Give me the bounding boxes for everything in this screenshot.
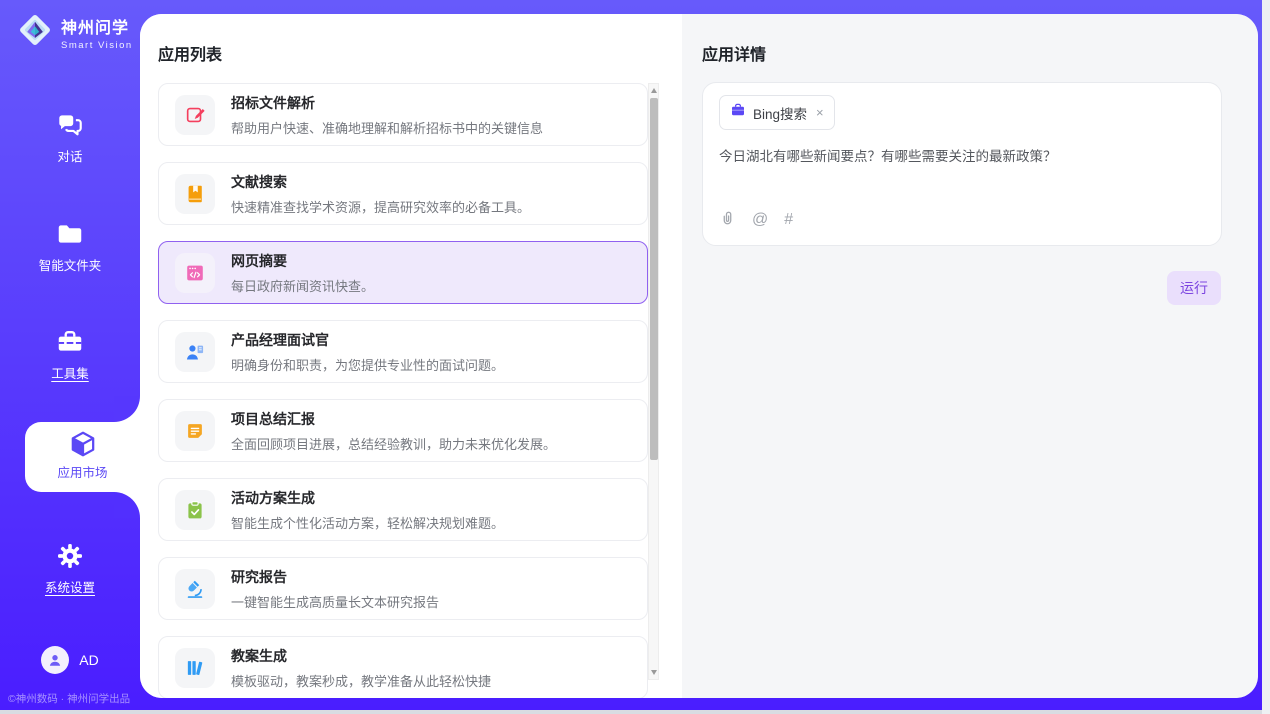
app-name: 招标文件解析 [231, 93, 543, 113]
microscope-icon [175, 569, 215, 609]
app-name: 网页摘要 [231, 251, 374, 271]
window-edge [1262, 0, 1270, 714]
clipboard-check-icon [175, 490, 215, 530]
book-icon [175, 174, 215, 214]
app-desc: 一键智能生成高质量长文本研究报告 [231, 592, 439, 611]
brand-logo: 神州问学 Smart Vision [16, 11, 133, 54]
app-cards: 招标文件解析 帮助用户快速、准确地理解和解析招标书中的关键信息 文献搜索 [158, 83, 648, 698]
cube-icon [68, 429, 98, 459]
prompt-input[interactable]: 今日湖北有哪些新闻要点？有哪些需要关注的最新政策？ [719, 147, 1205, 167]
sidebar-item-toolset[interactable]: 工具集 [0, 327, 140, 382]
app-name: 教案生成 [231, 646, 491, 666]
gear-icon [55, 541, 85, 571]
hash-icon[interactable]: # [784, 211, 793, 229]
app-desc: 智能生成个性化活动方案，轻松解决规划难题。 [231, 513, 504, 532]
copyright-text: ©神州数码 · 神州问学出品 [8, 691, 130, 706]
app-desc: 明确身份和职责，为您提供专业性的面试问题。 [231, 355, 504, 374]
close-icon[interactable]: × [816, 105, 824, 120]
app-name: 项目总结汇报 [231, 409, 556, 429]
tab-curve-bottom [114, 492, 140, 518]
list-scrollbar[interactable] [648, 83, 659, 680]
folder-icon [55, 219, 85, 249]
tab-curve-top [114, 396, 140, 422]
sidebar-item-app-market[interactable]: 应用市场 [25, 422, 140, 492]
app-window: 神州问学 Smart Vision 对话 智能文件夹 [0, 0, 1270, 714]
app-card-event-plan[interactable]: 活动方案生成 智能生成个性化活动方案，轻松解决规划难题。 [158, 478, 648, 541]
app-detail-panel: 应用详情 Bing搜索 × 今日湖北有哪些新闻要点？有哪些需要关注的最新政策？ [682, 14, 1258, 698]
app-card-literature-search[interactable]: 文献搜索 快速精准查找学术资源，提高研究效率的必备工具。 [158, 162, 648, 225]
tool-tag-label: Bing搜索 [753, 103, 807, 123]
app-card-research-report[interactable]: 研究报告 一键智能生成高质量长文本研究报告 [158, 557, 648, 620]
avatar [41, 646, 69, 674]
sidebar-item-label: 工具集 [0, 363, 140, 382]
app-detail-title: 应用详情 [702, 41, 766, 65]
app-desc: 快速精准查找学术资源，提高研究效率的必备工具。 [231, 197, 530, 216]
app-list-title: 应用列表 [158, 41, 222, 65]
chat-icon [55, 110, 85, 140]
app-desc: 每日政府新闻资讯快查。 [231, 276, 374, 295]
app-name: 研究报告 [231, 567, 439, 587]
brand-subtitle: Smart Vision [61, 40, 133, 51]
app-card-pm-interviewer[interactable]: 产品经理面试官 明确身份和职责，为您提供专业性的面试问题。 [158, 320, 648, 383]
app-desc: 帮助用户快速、准确地理解和解析招标书中的关键信息 [231, 118, 543, 137]
app-card-project-summary[interactable]: 项目总结汇报 全面回顾项目进展，总结经验教训，助力未来优化发展。 [158, 399, 648, 462]
tool-tag-bing-search[interactable]: Bing搜索 × [719, 95, 835, 130]
edit-doc-icon [175, 95, 215, 135]
app-list-panel: 应用列表 招标文件解析 帮助用户快速、准确地理解和解析招标书中的关键信息 [140, 14, 682, 698]
composer-toolbar: @ # [719, 209, 793, 231]
browser-code-icon [175, 253, 215, 293]
at-icon[interactable]: @ [752, 211, 768, 229]
sidebar-item-smart-folder[interactable]: 智能文件夹 [0, 219, 140, 274]
scroll-up-arrow-icon[interactable] [651, 88, 657, 93]
sidebar-item-label: 应用市场 [25, 462, 140, 481]
sidebar: 神州问学 Smart Vision 对话 智能文件夹 [0, 0, 140, 714]
scroll-down-arrow-icon[interactable] [651, 670, 657, 675]
sidebar-item-settings[interactable]: 系统设置 [0, 541, 140, 596]
app-card-web-summary[interactable]: 网页摘要 每日政府新闻资讯快查。 [158, 241, 648, 304]
run-button[interactable]: 运行 [1167, 271, 1221, 305]
interviewer-icon [175, 332, 215, 372]
diamond-logo-icon [16, 11, 54, 54]
user-initials: AD [79, 652, 98, 668]
app-desc: 全面回顾项目进展，总结经验教训，助力未来优化发展。 [231, 434, 556, 453]
paperclip-icon[interactable] [719, 209, 736, 231]
sidebar-item-label: 对话 [0, 146, 140, 165]
app-name: 产品经理面试官 [231, 330, 504, 350]
user-account[interactable]: AD [0, 646, 140, 674]
note-icon [175, 411, 215, 451]
app-card-lesson-plan[interactable]: 教案生成 模板驱动，教案秒成，教学准备从此轻松快捷 [158, 636, 648, 698]
briefcase-icon [730, 102, 746, 123]
prompt-composer: Bing搜索 × 今日湖北有哪些新闻要点？有哪些需要关注的最新政策？ @ # [702, 82, 1222, 246]
sidebar-item-label: 智能文件夹 [0, 255, 140, 274]
app-name: 活动方案生成 [231, 488, 504, 508]
sidebar-item-chat[interactable]: 对话 [0, 110, 140, 165]
toolbox-icon [55, 327, 85, 357]
sidebar-item-label: 系统设置 [0, 577, 140, 596]
app-name: 文献搜索 [231, 172, 530, 192]
main-content: 应用列表 招标文件解析 帮助用户快速、准确地理解和解析招标书中的关键信息 [140, 14, 1258, 698]
app-desc: 模板驱动，教案秒成，教学准备从此轻松快捷 [231, 671, 491, 690]
app-card-bid-document-parse[interactable]: 招标文件解析 帮助用户快速、准确地理解和解析招标书中的关键信息 [158, 83, 648, 146]
books-icon [175, 648, 215, 688]
brand-text: 神州问学 Smart Vision [61, 14, 133, 51]
scrollbar-thumb[interactable] [650, 98, 658, 460]
brand-name: 神州问学 [61, 14, 133, 38]
